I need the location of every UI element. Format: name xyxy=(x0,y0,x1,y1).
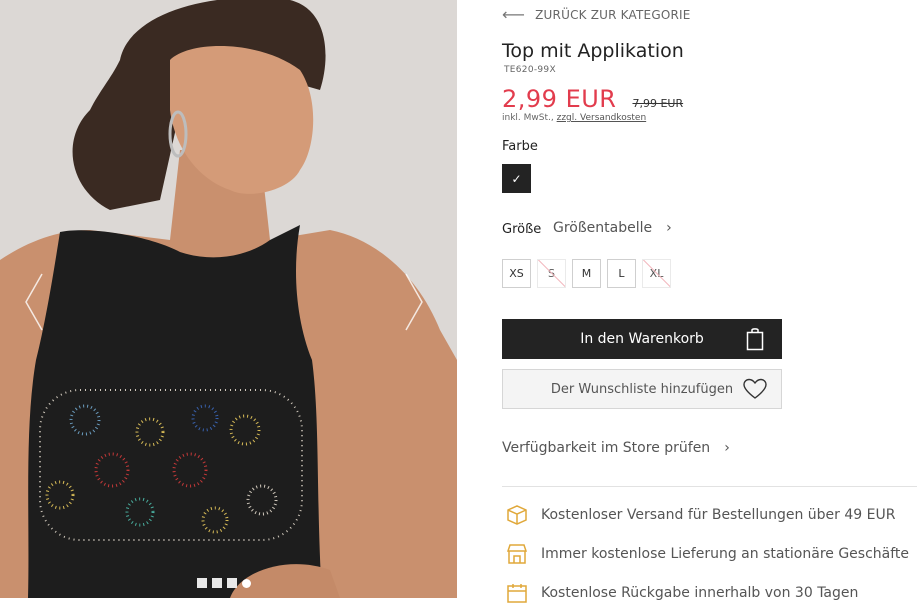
current-price: 2,99 EUR xyxy=(502,85,617,113)
size-option-xs[interactable]: XS xyxy=(502,259,531,288)
back-label: ZURÜCK ZUR KATEGORIE xyxy=(535,8,691,22)
carousel-next-button[interactable] xyxy=(402,270,426,334)
size-option-m[interactable]: M xyxy=(572,259,601,288)
product-image[interactable] xyxy=(0,0,457,598)
carousel-dot-1[interactable] xyxy=(197,578,207,588)
arrow-left-icon: ⟵ xyxy=(502,5,526,24)
color-label: Farbe xyxy=(502,139,538,154)
carousel-dot-4[interactable] xyxy=(242,579,251,588)
carousel-prev-button[interactable] xyxy=(22,270,46,334)
size-label-xs: XS xyxy=(509,267,524,280)
size-chart-label: Größentabelle xyxy=(553,220,653,236)
chevron-right-icon xyxy=(405,273,423,331)
calendar-return-icon xyxy=(507,584,527,603)
size-option-l[interactable]: L xyxy=(607,259,636,288)
tax-note: inkl. MwSt., zzgl. Versandkosten xyxy=(502,113,646,123)
store-icon xyxy=(506,544,528,564)
size-label: Größe xyxy=(502,222,542,237)
heart-icon xyxy=(743,378,767,399)
shopping-bag-icon xyxy=(746,328,764,351)
benefit-free-shipping: Kostenloser Versand für Bestellungen übe… xyxy=(505,503,895,527)
product-title: Top mit Applikation xyxy=(502,40,684,62)
check-store-availability-link[interactable]: Verfügbarkeit im Store prüfen › xyxy=(502,440,730,456)
benefit-text: Kostenlose Rückgabe innerhalb von 30 Tag… xyxy=(541,585,859,601)
add-to-cart-label: In den Warenkorb xyxy=(580,331,704,347)
benefit-text: Immer kostenlose Lieferung an stationäre… xyxy=(541,546,910,562)
add-to-wishlist-button[interactable]: Der Wunschliste hinzufügen xyxy=(502,369,782,409)
size-chart-link[interactable]: Größentabelle › xyxy=(553,220,672,236)
add-to-cart-button[interactable]: In den Warenkorb xyxy=(502,319,782,359)
chevron-right-icon: › xyxy=(666,220,672,236)
carousel-dots xyxy=(197,578,251,588)
size-option-s[interactable]: S xyxy=(537,259,566,288)
benefit-store-delivery: Immer kostenlose Lieferung an stationäre… xyxy=(505,542,909,566)
price-row: 2,99 EUR 7,99 EUR xyxy=(502,85,683,113)
back-to-category-link[interactable]: ⟵ ZURÜCK ZUR KATEGORIE xyxy=(502,5,691,24)
carousel-dot-3[interactable] xyxy=(227,578,237,588)
shipping-costs-link[interactable]: zzgl. Versandkosten xyxy=(557,113,647,123)
size-option-xl[interactable]: XL xyxy=(642,259,671,288)
divider xyxy=(502,486,917,487)
size-label-l: L xyxy=(618,267,625,280)
color-swatch-black[interactable]: ✓ xyxy=(502,164,531,193)
product-photo-illustration xyxy=(0,0,457,598)
old-price: 7,99 EUR xyxy=(632,97,684,110)
shipping-box-icon xyxy=(507,505,527,525)
check-store-label: Verfügbarkeit im Store prüfen xyxy=(502,440,711,456)
benefit-free-returns: Kostenlose Rückgabe innerhalb von 30 Tag… xyxy=(505,581,858,605)
product-sku: TE620-99X xyxy=(504,65,556,75)
size-label-m: M xyxy=(581,267,592,280)
benefit-text: Kostenloser Versand für Bestellungen übe… xyxy=(541,507,896,523)
checkmark-icon: ✓ xyxy=(511,171,522,186)
size-options: XS S M L XL xyxy=(502,259,671,288)
chevron-left-icon xyxy=(25,273,43,331)
carousel-dot-2[interactable] xyxy=(212,578,222,588)
tax-prefix: inkl. MwSt., xyxy=(502,113,554,123)
size-label-xl: XL xyxy=(649,267,664,280)
chevron-right-icon: › xyxy=(724,440,730,456)
add-to-wishlist-label: Der Wunschliste hinzufügen xyxy=(550,381,734,397)
size-label-s: S xyxy=(548,267,555,280)
